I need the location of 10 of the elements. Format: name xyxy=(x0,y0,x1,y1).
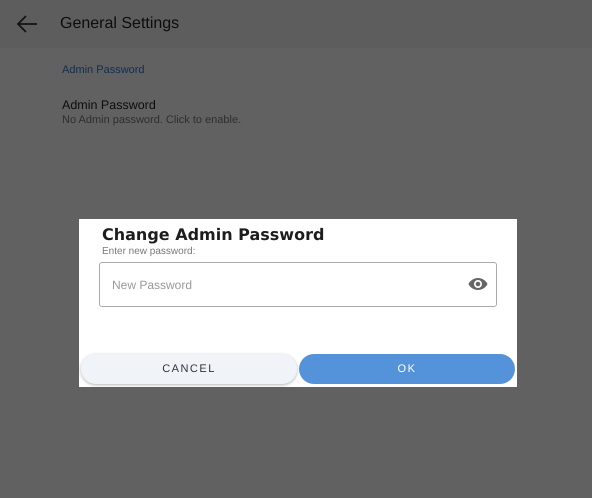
eye-icon[interactable] xyxy=(468,277,488,291)
cancel-button[interactable]: CANCEL xyxy=(81,354,297,384)
back-arrow-icon[interactable] xyxy=(16,15,38,33)
section-title: Admin Password xyxy=(62,64,146,76)
setting-title[interactable]: Admin Password xyxy=(62,98,242,112)
dialog-prompt: Enter new password: xyxy=(102,246,196,257)
page-title: General Settings xyxy=(60,15,180,33)
ok-button[interactable]: OK xyxy=(299,354,515,384)
dialog-title: Change Admin Password xyxy=(102,225,326,244)
password-field[interactable]: New Password xyxy=(99,262,497,307)
